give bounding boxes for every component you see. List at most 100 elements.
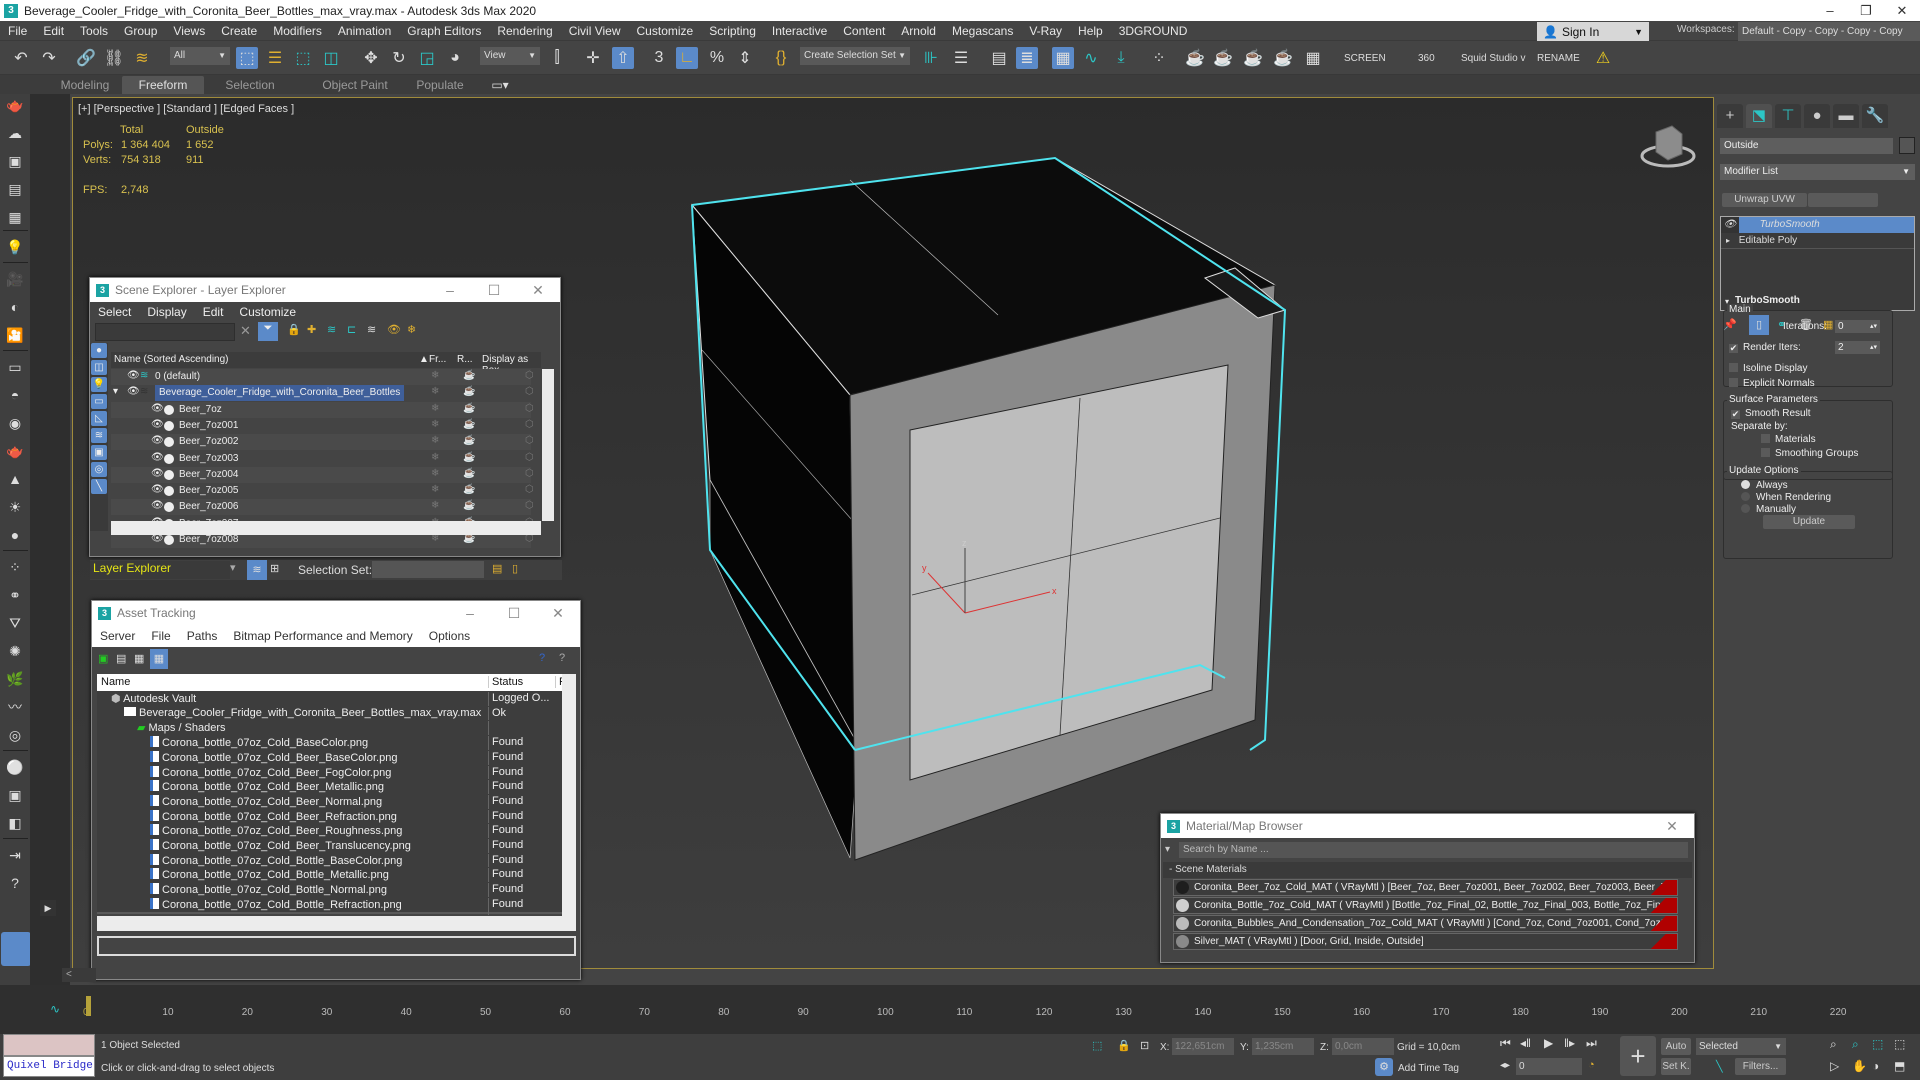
- isoline-display-checkbox[interactable]: Isoline Display: [1729, 363, 1807, 374]
- iterations-spinner[interactable]: 0 ▴▾: [1835, 320, 1880, 333]
- menu-help[interactable]: Help: [1070, 21, 1111, 41]
- menu-arnold[interactable]: Arnold: [893, 21, 944, 41]
- mirror-icon[interactable]: ⊪: [920, 47, 942, 69]
- link-icon[interactable]: 🔗: [75, 47, 97, 69]
- go-to-start-icon[interactable]: ⏮: [1500, 1036, 1511, 1051]
- eye-icon[interactable]: 👁: [1721, 217, 1739, 233]
- layer-row[interactable]: ▾ 👁 ≋ Beverage_Cooler_Fridge_with_Coronita_…: [111, 385, 534, 402]
- chevron-down-icon[interactable]: ▾: [230, 561, 236, 574]
- column-name[interactable]: Name (Sorted Ascending): [114, 354, 229, 365]
- box-icon[interactable]: ⬡: [525, 452, 534, 463]
- named-selection-dropdown[interactable]: Create Selection Set ▼: [800, 47, 910, 65]
- menu-vray[interactable]: V-Ray: [1021, 21, 1070, 41]
- table-icon[interactable]: ▦: [5, 208, 25, 226]
- menu-graph-editors[interactable]: Graph Editors: [399, 21, 489, 41]
- squid-studio-button[interactable]: Squid Studio v: [1461, 53, 1526, 64]
- freeze-icon[interactable]: ❄: [431, 484, 439, 495]
- eye-icon[interactable]: 👁: [127, 386, 140, 397]
- column-status[interactable]: Status: [488, 676, 523, 688]
- minimize-button[interactable]: –: [448, 605, 492, 622]
- create-tab-icon[interactable]: +: [1717, 104, 1743, 128]
- material-sphere-icon[interactable]: ⚪: [5, 758, 25, 776]
- fur-icon[interactable]: ⛛: [5, 614, 25, 632]
- zoom-all-icon[interactable]: ⌕: [1852, 1037, 1859, 1052]
- current-frame-field[interactable]: 0: [1516, 1058, 1582, 1075]
- render-iters-spinner[interactable]: 2 ▴▾: [1835, 341, 1880, 354]
- select-set-icon[interactable]: ▤: [492, 562, 502, 575]
- redo-icon[interactable]: ↷: [38, 47, 60, 69]
- layer-row[interactable]: 👁 Beer_7oz004 ❄ ☕ ⬡: [111, 466, 534, 483]
- menu-3dground[interactable]: 3DGROUND: [1111, 21, 1196, 41]
- curve-editor-mini-icon[interactable]: ∿: [50, 1002, 60, 1016]
- move-icon[interactable]: ✥: [360, 47, 382, 69]
- render-teapot-icon[interactable]: ☕: [463, 419, 475, 430]
- render-teapot-icon[interactable]: ☕: [463, 435, 475, 446]
- curve-editor-icon[interactable]: ∿: [1080, 47, 1102, 69]
- column-renderable[interactable]: R...: [457, 354, 473, 365]
- menu-customize[interactable]: Customize: [231, 305, 304, 319]
- rendered-frame-icon[interactable]: ☕: [1212, 47, 1234, 69]
- materials-checkbox[interactable]: Materials: [1761, 434, 1816, 445]
- viewport-label[interactable]: [+] [Perspective ] [Standard ] [Edged Fa…: [78, 103, 294, 115]
- eye-icon[interactable]: 👁: [151, 500, 164, 511]
- helpers-filter-icon[interactable]: ◺: [91, 411, 107, 426]
- update-button[interactable]: Update: [1763, 515, 1855, 529]
- tree-view-icon[interactable]: ▦: [134, 652, 144, 665]
- asset-row[interactable]: Corona_bottle_07oz_Cold_Bottle_Refractio…: [97, 896, 562, 915]
- orbit-icon[interactable]: ◑: [1872, 1059, 1879, 1073]
- list-icon[interactable]: ▤: [5, 180, 25, 198]
- time-tag-icon[interactable]: ⚙: [1375, 1058, 1393, 1076]
- rect-selection-icon[interactable]: ⬚: [292, 47, 314, 69]
- menu-animation[interactable]: Animation: [330, 21, 399, 41]
- refresh-icon[interactable]: ▣: [98, 652, 108, 665]
- hair-icon[interactable]: 〰: [5, 698, 25, 716]
- groups-filter-icon[interactable]: ▣: [91, 445, 107, 460]
- grass-icon[interactable]: 🌿: [5, 670, 25, 688]
- render-teapot-icon[interactable]: ☕: [463, 370, 475, 381]
- percent-snap-icon[interactable]: %: [706, 47, 728, 69]
- teapot-icon[interactable]: 🫖: [5, 96, 25, 114]
- menu-interactive[interactable]: Interactive: [764, 21, 835, 41]
- selection-set-dropdown[interactable]: [372, 561, 484, 578]
- eye-icon[interactable]: 👁: [151, 468, 164, 479]
- scene-materials-section[interactable]: - Scene Materials: [1163, 862, 1692, 878]
- menu-customize[interactable]: Customize: [629, 21, 702, 41]
- menu-create[interactable]: Create: [213, 21, 265, 41]
- tab-object-paint[interactable]: Object Paint: [300, 76, 410, 94]
- keyboard-shortcut-override-icon[interactable]: ⇧: [612, 47, 634, 69]
- screen-button[interactable]: SCREEN: [1344, 53, 1386, 64]
- material-search-input[interactable]: ▾ Search by Name ...: [1165, 842, 1688, 858]
- help-icon[interactable]: ?: [559, 652, 565, 664]
- workspace-dropdown[interactable]: Default - Copy - Copy - Copy - Copy: [1738, 22, 1920, 41]
- box-icon[interactable]: ⬡: [525, 468, 534, 479]
- menu-civil-view[interactable]: Civil View: [561, 21, 629, 41]
- box-icon[interactable]: ⬡: [525, 403, 534, 414]
- column-name[interactable]: Name: [101, 676, 130, 688]
- menu-tools[interactable]: Tools: [72, 21, 116, 41]
- clear-search-icon[interactable]: ✕: [240, 323, 251, 339]
- sun-icon[interactable]: ☀: [5, 498, 25, 516]
- 360-button[interactable]: 360: [1418, 53, 1435, 64]
- close-button[interactable]: ✕: [536, 605, 580, 622]
- ribbon-options-icon[interactable]: ▭▾: [485, 76, 515, 94]
- new-layer-icon[interactable]: ✚: [307, 323, 316, 336]
- layer-row[interactable]: 👁 Beer_7oz002 ❄ ☕ ⬡: [111, 434, 534, 451]
- material-editor-small-icon[interactable]: ▣: [5, 786, 25, 804]
- freeze-icon[interactable]: ❄: [431, 386, 439, 397]
- eye-icon[interactable]: 👁: [151, 435, 164, 446]
- freeze-icon[interactable]: ❄: [431, 500, 439, 511]
- render-cloud-icon[interactable]: ☕: [1272, 47, 1294, 69]
- metaball-icon[interactable]: ✺: [5, 642, 25, 660]
- spinner-snap-icon[interactable]: ⇕: [734, 47, 756, 69]
- render-teapot-icon[interactable]: ☕: [463, 386, 475, 397]
- menu-select[interactable]: Select: [90, 305, 139, 319]
- layers-icon[interactable]: ≋: [367, 323, 376, 336]
- material-browser-titlebar[interactable]: 3 Material/Map Browser ✕: [1161, 814, 1694, 838]
- modifier-set-button[interactable]: [1808, 193, 1878, 207]
- column-frozen[interactable]: Fr...: [429, 354, 446, 365]
- asset-tracking-titlebar[interactable]: 3 Asset Tracking – ☐ ✕: [92, 601, 580, 625]
- freeze-icon[interactable]: ❄: [431, 435, 439, 446]
- layer-row[interactable]: 👁 Beer_7oz006 ❄ ☕ ⬡: [111, 499, 534, 516]
- bind-space-warp-icon[interactable]: ≋: [131, 47, 153, 69]
- selection-lock-icon[interactable]: 🔒: [1117, 1039, 1131, 1052]
